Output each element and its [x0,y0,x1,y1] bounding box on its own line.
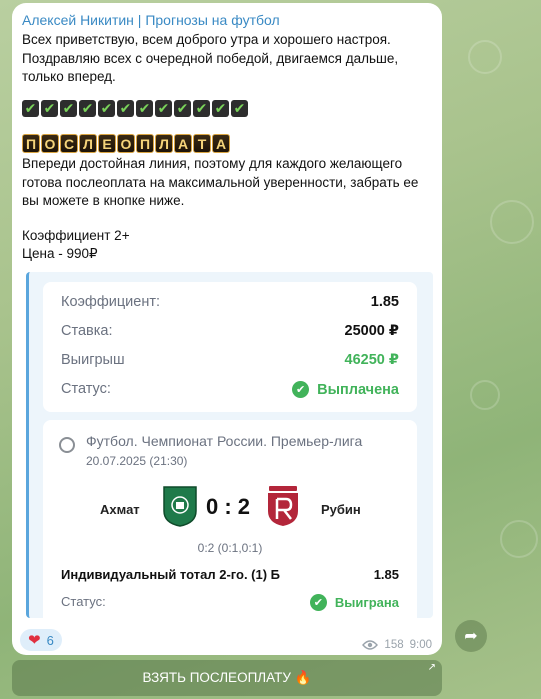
check-icon: ✔ [41,100,58,117]
match-date: 20.07.2025 (21:30) [86,454,188,468]
akhmat-logo-icon [163,486,197,527]
soccer-ball-icon [59,437,75,453]
external-link-icon: ↗ [427,662,436,673]
half-scores: 0:2 (0:1,0:1) [197,541,263,555]
letter-tile: А [212,134,230,153]
eye-icon [362,640,379,650]
market-name: Индивидуальный тотал 2-го. (1) Б [61,567,281,582]
home-team: Ахмат [100,502,140,517]
rubin-logo-icon [268,486,298,526]
heart-reaction[interactable]: ❤ 6 [20,629,62,651]
letter-tile: О [41,134,59,153]
bg-doodle [490,200,534,244]
greeting-text: Всех приветствую, всем доброго утра и хо… [22,32,399,84]
letter-tile: А [174,134,192,153]
match-score: 0 : 2 [206,494,251,519]
reaction-count: 6 [46,632,54,648]
bg-doodle [468,40,502,74]
share-button[interactable]: ➦ [455,620,487,652]
bet-summary-card: Коэффициент: 1.85 Ставка: 25000 ₽ Выигры… [43,282,417,412]
coef-value: 1.85 [370,294,399,310]
away-team: Рубин [321,502,361,517]
coef-label: Коэффициент: [61,294,161,310]
message-time: 9:00 [409,639,432,651]
check-icon: ✔ [98,100,115,117]
bg-doodle [470,380,500,410]
bet-screenshot-preview[interactable]: Коэффициент: 1.85 Ставка: 25000 ₽ Выигры… [26,272,433,618]
message-meta: 158 9:00 [362,639,432,651]
heart-icon: ❤ [28,632,41,649]
check-icon: ✔ [136,100,153,117]
stake-label: Ставка: [61,323,113,339]
check-icon: ✔ [193,100,210,117]
take-postpay-button[interactable]: ВЗЯТЬ ПОСЛЕОПЛАТУ 🔥 ↗ [12,660,442,696]
check-icon: ✔ [60,100,77,117]
letter-tile: О [117,134,135,153]
match-status-value: Выиграна [334,595,399,610]
letter-tile: П [136,134,154,153]
letter-tile: Е [98,134,116,153]
views-count: 158 [384,639,404,651]
letter-tile: Л [79,134,97,153]
take-postpay-label: ВЗЯТЬ ПОСЛЕОПЛАТУ 🔥 [142,670,312,685]
check-icon: ✔ [174,100,191,117]
check-circle-icon: ✔ [292,381,310,398]
check-icon: ✔ [231,100,248,117]
check-icon: ✔ [155,100,172,117]
letter-tile: П [22,134,40,153]
check-icon: ✔ [79,100,96,117]
status-label: Статус: [61,381,111,397]
price-line: Цена - 990₽ [22,246,98,261]
postpay-tiles: П О С Л Е О П Л А Т А [22,134,230,153]
match-status-label: Статус: [61,594,106,609]
author-name[interactable]: Алексей Никитин | Прогнозы на футбол [22,12,280,28]
league-name: Футбол. Чемпионат России. Премьер-лига [86,433,363,449]
match-card: Футбол. Чемпионат России. Премьер-лига 2… [43,420,417,618]
offer-text: Впереди достойная линия, поэтому для каж… [22,156,419,208]
market-coef: 1.85 [373,567,399,582]
message-bubble: Алексей Никитин | Прогнозы на футбол Все… [12,3,442,655]
check-icon: ✔ [117,100,134,117]
check-icon: ✔ [22,100,39,117]
win-value: 46250 ₽ [344,352,399,368]
coefficient-line: Коэффициент 2+ [22,228,130,243]
check-row: ✔ ✔ ✔ ✔ ✔ ✔ ✔ ✔ ✔ ✔ ✔ ✔ [22,100,248,117]
check-icon: ✔ [212,100,229,117]
letter-tile: Т [193,134,211,153]
stake-value: 25000 ₽ [344,323,399,339]
bg-doodle [500,520,538,558]
share-arrow-icon: ➦ [464,628,478,645]
status-value: Выплачена [317,381,399,398]
letter-tile: С [60,134,78,153]
letter-tile: Л [155,134,173,153]
win-label: Выигрыш [61,352,125,368]
check-circle-icon: ✔ [309,594,327,611]
